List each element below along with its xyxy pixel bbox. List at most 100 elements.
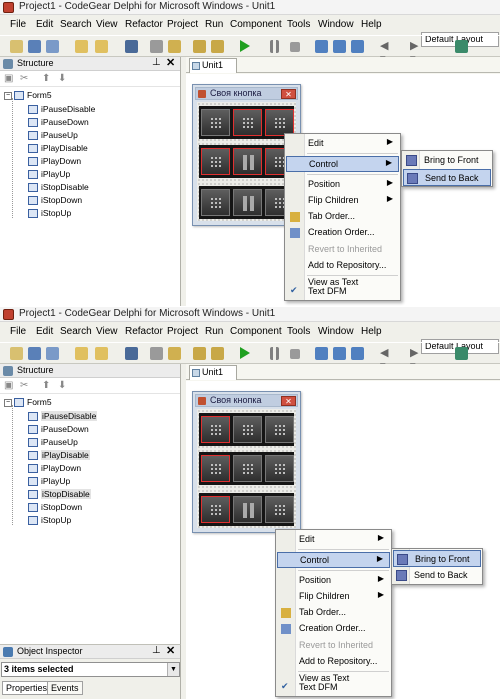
menu-tools[interactable]: Tools	[287, 326, 310, 337]
menu-view[interactable]: View	[96, 326, 118, 337]
run-icon[interactable]	[240, 40, 250, 52]
object-selector[interactable]: 3 items selected ▼	[1, 662, 180, 677]
tree-item[interactable]: iStopDown	[28, 195, 82, 208]
move-down-icon[interactable]: ⬇	[58, 380, 66, 391]
menu-item-tab-order[interactable]: Tab Order...	[286, 209, 399, 225]
menu-file[interactable]: File	[10, 19, 26, 30]
tree-item[interactable]: iPauseDown	[28, 424, 89, 437]
menu-view[interactable]: View	[96, 19, 118, 30]
move-up-icon[interactable]: ⬆	[42, 73, 50, 84]
menu-item-add-to-repository[interactable]: Add to Repository...	[277, 654, 390, 670]
step-over-icon[interactable]	[333, 40, 346, 53]
designed-form[interactable]: Своя кнопка ✕	[192, 391, 301, 533]
menu-item-revert-to-inherited[interactable]: Revert to Inherited	[277, 638, 390, 654]
pause-down-image[interactable]	[233, 416, 262, 443]
stop-icon[interactable]	[290, 349, 300, 359]
open-folder-icon[interactable]	[168, 347, 181, 360]
menu-edit[interactable]: Edit	[36, 19, 53, 30]
new-icon[interactable]	[10, 40, 23, 53]
move-up-icon[interactable]: ⬆	[42, 380, 50, 391]
tree-item[interactable]: iPauseUp	[28, 437, 78, 450]
open-project-icon[interactable]	[95, 40, 108, 53]
pause-up-image[interactable]	[265, 109, 294, 136]
save-all-icon[interactable]	[150, 347, 163, 360]
pause-icon[interactable]	[270, 40, 279, 53]
menu-refactor[interactable]: Refactor	[125, 326, 163, 337]
help-book-icon[interactable]	[455, 40, 468, 53]
tree-item[interactable]: iPauseDown	[28, 117, 89, 130]
tree-item[interactable]: iPlayUp	[28, 169, 70, 182]
run-icon[interactable]	[240, 347, 250, 359]
close-icon[interactable]: ✕	[166, 56, 175, 69]
open-icon[interactable]	[75, 40, 88, 53]
export-icon[interactable]	[211, 40, 224, 53]
play-down-image[interactable]	[233, 455, 262, 482]
tab-unit1[interactable]: Unit1	[189, 58, 237, 73]
tree-node-form[interactable]: − Form5	[4, 397, 52, 410]
collapse-icon[interactable]: −	[4, 398, 12, 407]
pause-up-image[interactable]	[265, 416, 294, 443]
collapse-icon[interactable]: −	[4, 91, 12, 100]
chevron-down-icon[interactable]: ▼	[167, 663, 179, 676]
menu-item-add-to-repository[interactable]: Add to Repository...	[286, 258, 399, 274]
pause-icon[interactable]	[270, 347, 279, 360]
tree-item[interactable]: iPauseDisable	[28, 411, 98, 424]
tree-item[interactable]: iPlayUp	[28, 476, 70, 489]
stop-up-image[interactable]	[265, 496, 294, 523]
tree-node-form[interactable]: − Form5	[4, 90, 52, 103]
menu-run[interactable]: Run	[205, 326, 223, 337]
pause-down-image[interactable]	[233, 109, 262, 136]
stop-down-image[interactable]	[233, 496, 262, 523]
stop-disable-image[interactable]	[201, 189, 230, 216]
tree-item[interactable]: iStopDisable	[28, 182, 89, 195]
close-icon[interactable]: ✕	[166, 644, 175, 657]
menu-item-bring-to-front[interactable]: Bring to Front	[393, 550, 481, 567]
play-disable-image[interactable]	[201, 455, 230, 482]
tree-item[interactable]: iPauseDisable	[28, 104, 95, 117]
menu-item-control[interactable]: Control ▶	[277, 552, 390, 568]
menu-project[interactable]: Project	[167, 19, 198, 30]
menu-help[interactable]: Help	[361, 326, 382, 337]
menu-window[interactable]: Window	[318, 326, 354, 337]
menu-item-creation-order[interactable]: Creation Order...	[286, 225, 399, 241]
tree-item[interactable]: iStopDown	[28, 502, 82, 515]
tree-item[interactable]: iPlayDisable	[28, 143, 88, 156]
forward-arrow-icon[interactable]: ▶ ▾	[410, 346, 423, 372]
tree-item[interactable]: iStopUp	[28, 208, 71, 221]
trace-into-icon[interactable]	[315, 347, 328, 360]
back-arrow-icon[interactable]: ◀ ▾	[380, 39, 393, 65]
menu-window[interactable]: Window	[318, 19, 354, 30]
menu-search[interactable]: Search	[60, 19, 92, 30]
folder-icon[interactable]: ▣	[4, 380, 13, 391]
tree-item[interactable]: iPlayDown	[28, 156, 81, 169]
step-over-icon[interactable]	[333, 347, 346, 360]
new-icon[interactable]	[10, 347, 23, 360]
menu-item-text-dfm[interactable]: ✔ Text DFM	[277, 680, 390, 696]
menu-file[interactable]: File	[10, 326, 26, 337]
import-icon[interactable]	[193, 40, 206, 53]
tab-events[interactable]: Events	[47, 681, 83, 695]
play-disable-image[interactable]	[201, 148, 230, 175]
menu-edit[interactable]: Edit	[36, 326, 53, 337]
tree-item[interactable]: iPauseUp	[28, 130, 78, 143]
menu-item-position[interactable]: Position ▶	[277, 573, 390, 589]
open-icon[interactable]	[75, 347, 88, 360]
move-down-icon[interactable]: ⬇	[58, 73, 66, 84]
save-icon[interactable]	[125, 40, 138, 53]
stop-disable-image[interactable]	[201, 496, 230, 523]
menu-tools[interactable]: Tools	[287, 19, 310, 30]
play-up-image[interactable]	[265, 455, 294, 482]
tab-properties[interactable]: Properties	[2, 681, 52, 695]
import-icon[interactable]	[193, 347, 206, 360]
stop-icon[interactable]	[290, 42, 300, 52]
menu-refactor[interactable]: Refactor	[125, 19, 163, 30]
tree-item[interactable]: iStopDisable	[28, 489, 91, 502]
run-to-cursor-icon[interactable]	[351, 347, 364, 360]
open-project-icon[interactable]	[95, 347, 108, 360]
menu-project[interactable]: Project	[167, 326, 198, 337]
menu-item-edit[interactable]: Edit ▶	[277, 532, 390, 548]
new-items-icon[interactable]	[28, 40, 41, 53]
tree-item[interactable]: iPlayDisable	[28, 450, 90, 463]
tree-item[interactable]: iPlayDown	[28, 463, 81, 476]
tree-item[interactable]: iStopUp	[28, 515, 71, 528]
